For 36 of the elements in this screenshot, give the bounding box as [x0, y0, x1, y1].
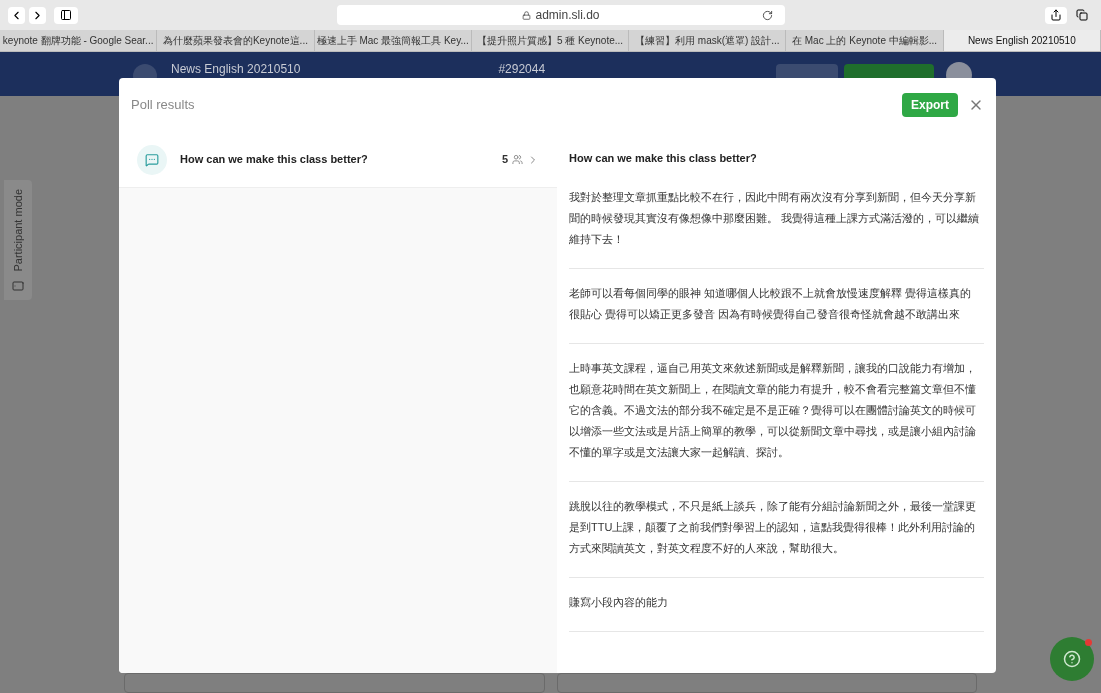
tablet-icon [12, 280, 24, 292]
address-text: admin.sli.do [535, 7, 600, 24]
back-button[interactable] [8, 6, 25, 24]
address-bar[interactable]: admin.sli.do [337, 5, 785, 25]
participant-mode-tab[interactable]: Participant mode [4, 180, 32, 300]
help-button[interactable] [1050, 637, 1094, 681]
people-icon [512, 154, 523, 165]
sidebar-button[interactable] [54, 6, 78, 24]
browser-tab[interactable]: 【提升照片質感】5 種 Keynote... [471, 30, 630, 51]
browser-tab[interactable]: News English 20210510 [943, 30, 1101, 51]
answer-text: 跳脫以往的教學模式，不只是紙上談兵，除了能有分組討論新聞之外，最後一堂課更是到TTU上課，顛覆了之前我們對學習上的認知，這點我覺得很棒！此外利用討論的方式來閱讀英文，對英文程度不好的人來說，幫助很大。 [569, 495, 984, 578]
open-text-poll-icon [137, 144, 167, 175]
reload-icon[interactable] [762, 9, 773, 21]
poll-item[interactable]: How can we make this class better? 5 [119, 132, 557, 188]
forward-button[interactable] [29, 6, 46, 24]
browser-tab[interactable]: 在 Mac 上的 Keynote 中編輯影... [786, 30, 944, 51]
browser-tab[interactable]: keynote 翻牌功能 - Google Sear... [0, 30, 158, 51]
browser-tab[interactable]: 【練習】利用 mask(遮罩) 設計... [629, 30, 787, 51]
browser-tab[interactable]: 極速上手 Mac 最強簡報工具 Key... [314, 30, 472, 51]
poll-question: How can we make this class better? [180, 152, 368, 168]
help-icon [1063, 650, 1081, 668]
response-count: 5 [501, 152, 508, 168]
lock-icon [522, 10, 532, 20]
event-title: News English 20210510 [171, 61, 301, 78]
detail-question: How can we make this class better? [569, 151, 758, 166]
answer-text: 我對於整理文章抓重點比較不在行，因此中間有兩次沒有分享到新聞，但今天分享新聞的時候發現其實沒有像想像中那麼困難。 我覺得這種上課方式滿活潑的，可以繼續維持下去！ [569, 186, 984, 269]
answer-text: 老師可以看每個同學的眼神 知道哪個人比較跟不上就會放慢速度解釋 覺得這樣真的很貼心 覺得可以矯正更多發音 因為有時候覺得自己發音很奇怪就會越不敢講出來 [569, 282, 984, 344]
dialog-title: Poll results [131, 96, 195, 115]
share-button[interactable] [1045, 6, 1067, 24]
event-code: #292044 [498, 61, 546, 78]
tabs-icon [1076, 9, 1088, 21]
answer-text: 賺寫小段內容的能力 [569, 591, 984, 632]
browser-tab[interactable]: 為什麼蘋果發表會的Keynote這... [157, 30, 315, 51]
answer-text: 上時事英文課程，逼自己用英文來敘述新聞或是解釋新聞，讓我的口說能力有增加，也願意花時間在英文新聞上，在閱讀文章的能力有提升，較不會看完整篇文章但不懂它的含義。不過文法的部分我不確定是不是正確？覺得可以在團體討論英文的時候可以增添一些文法或是片語上簡單的教學，可以從新聞文章中尋找，或是讓小組內討論不懂的單字或是文法讓大家一起解讀、探討。 [569, 357, 984, 482]
sidebar-icon [60, 9, 72, 21]
share-icon [1050, 9, 1062, 21]
